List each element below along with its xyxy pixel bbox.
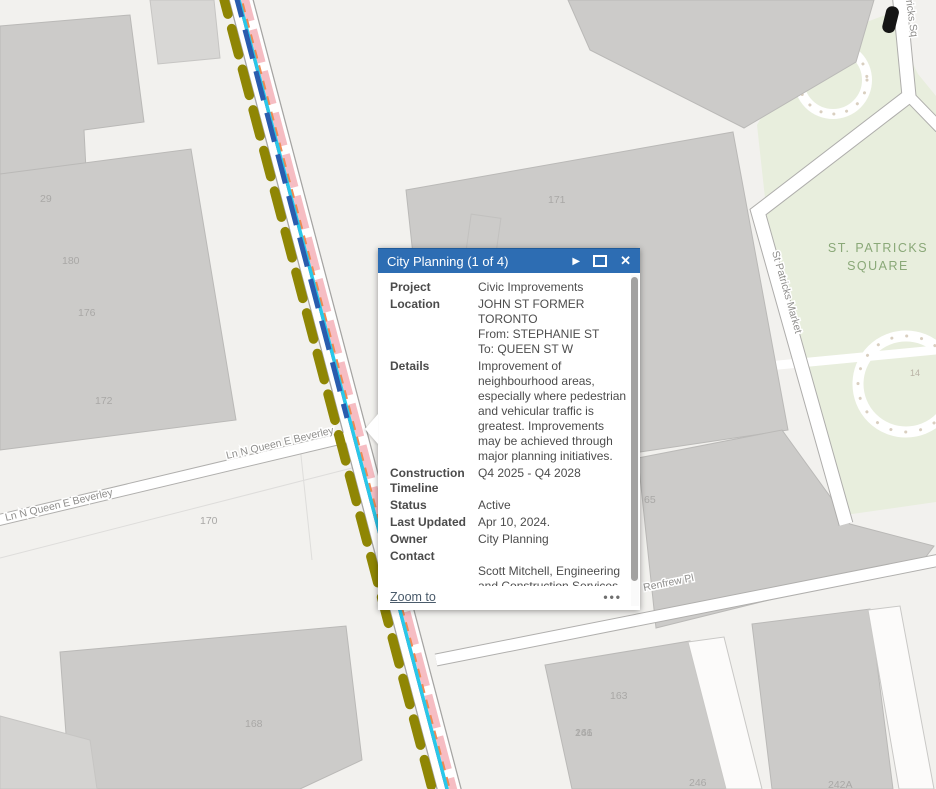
parcel-number: 242A: [828, 779, 853, 789]
field-label: Contact: [390, 549, 478, 586]
field-value: Scott Mitchell, Engineering and Construc…: [478, 549, 628, 586]
field-row-details: Details Improvement of neighbourhood are…: [390, 359, 628, 464]
close-button[interactable]: ✕: [620, 253, 631, 269]
park-path-number: 14: [910, 368, 920, 378]
parcel-number: 163: [610, 690, 628, 702]
parcel-number: 176: [78, 307, 96, 319]
field-label: Owner: [390, 532, 478, 547]
field-row-construction-timeline: Construction Timeline Q4 2025 - Q4 2028: [390, 466, 628, 496]
parcel-number-161: 161: [575, 727, 593, 739]
field-row-project: Project Civic Improvements: [390, 280, 628, 295]
contact-name: Scott Mitchell, Engineering and Construc…: [478, 564, 620, 586]
popup-title: City Planning (1 of 4): [387, 254, 559, 269]
more-options-button[interactable]: •••: [603, 594, 622, 600]
building: [752, 609, 893, 789]
field-row-contact: Contact Scott Mitchell, Engineering and …: [390, 549, 628, 586]
building: [60, 626, 362, 789]
popup-window: City Planning (1 of 4) ▶ ✕ Project Civic…: [378, 248, 640, 610]
field-label: Construction Timeline: [390, 466, 478, 496]
map-canvas[interactable]: Ln N Queen E Beverley Ln N Queen E Bever…: [0, 0, 936, 789]
parcel-number: 65: [644, 494, 656, 506]
parcel-number: 171: [548, 194, 566, 206]
field-row-last-updated: Last Updated Apr 10, 2024.: [390, 515, 628, 530]
parcel-number: 168: [245, 718, 263, 730]
popup-scrollbar-thumb[interactable]: [631, 277, 638, 581]
field-value: Active: [478, 498, 628, 513]
parcel-number: 246: [689, 777, 707, 789]
maximize-button[interactable]: [593, 255, 607, 267]
park-name-line2: SQUARE: [847, 259, 909, 273]
field-row-location: Location JOHN ST FORMER TORONTO From: ST…: [390, 297, 628, 357]
parcel-number: 170: [200, 515, 218, 527]
field-value: City Planning: [478, 532, 628, 547]
field-label: Project: [390, 280, 478, 295]
next-feature-button[interactable]: ▶: [572, 256, 580, 267]
field-row-status: Status Active: [390, 498, 628, 513]
field-value: Q4 2025 - Q4 2028: [478, 466, 628, 496]
field-value: Civic Improvements: [478, 280, 628, 295]
field-label: Last Updated: [390, 515, 478, 530]
parcel-number: 180: [62, 255, 80, 267]
parcel-number: 172: [95, 395, 113, 407]
popup-header: City Planning (1 of 4) ▶ ✕: [378, 248, 640, 273]
popup-footer: Zoom to •••: [390, 588, 622, 605]
building: [150, 0, 220, 64]
field-label: Status: [390, 498, 478, 513]
parcel-number: 29: [40, 193, 52, 205]
field-row-owner: Owner City Planning: [390, 532, 628, 547]
zoom-to-link[interactable]: Zoom to: [390, 590, 436, 604]
popup-tail: [365, 414, 378, 444]
field-value: Apr 10, 2024.: [478, 515, 628, 530]
field-label: Details: [390, 359, 478, 464]
popup-body: Project Civic Improvements Location JOHN…: [378, 273, 631, 586]
popup-scrollbar-track[interactable]: [631, 275, 639, 606]
field-label: Location: [390, 297, 478, 357]
field-value: Improvement of neighbourhood areas, espe…: [478, 359, 628, 464]
park-name-line1: ST. PATRICKS: [828, 241, 928, 255]
maximize-icon: [593, 255, 607, 267]
field-value: JOHN ST FORMER TORONTO From: STEPHANIE S…: [478, 297, 628, 357]
